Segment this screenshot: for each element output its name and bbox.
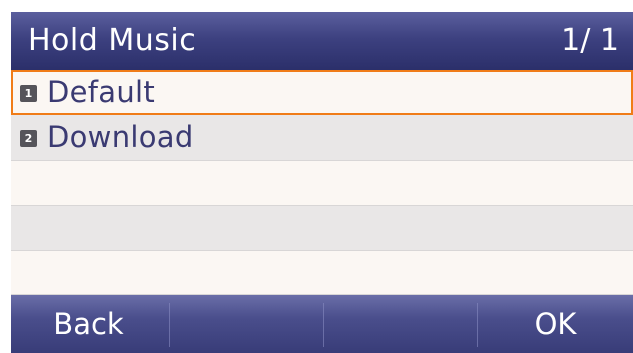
- row-divider: [11, 160, 633, 161]
- item-number-1-icon: 1: [20, 85, 37, 102]
- softkey-bar: Back OK: [11, 295, 633, 353]
- empty-row: [11, 160, 633, 205]
- screen-title: Hold Music: [28, 23, 197, 58]
- menu-item-label: Default: [47, 75, 156, 109]
- softkey-back[interactable]: Back: [11, 295, 166, 353]
- empty-row: [11, 205, 633, 250]
- softkey-2[interactable]: [170, 295, 323, 353]
- row-divider: [11, 205, 633, 206]
- menu-list: 1 Default 2 Download: [11, 70, 633, 295]
- menu-item-download[interactable]: 2 Download: [11, 115, 633, 160]
- menu-item-default[interactable]: 1 Default: [11, 70, 633, 115]
- page-indicator: 1/ 1: [561, 23, 619, 58]
- empty-row: [11, 250, 633, 295]
- item-number-2-icon: 2: [20, 130, 37, 147]
- row-divider: [11, 250, 633, 251]
- title-bar: Hold Music 1/ 1: [11, 12, 633, 70]
- softkey-ok[interactable]: OK: [478, 295, 633, 353]
- softkey-3[interactable]: [324, 295, 477, 353]
- phone-display: Hold Music 1/ 1 1 Default 2 Download Bac…: [0, 0, 633, 353]
- menu-item-label: Download: [47, 120, 194, 154]
